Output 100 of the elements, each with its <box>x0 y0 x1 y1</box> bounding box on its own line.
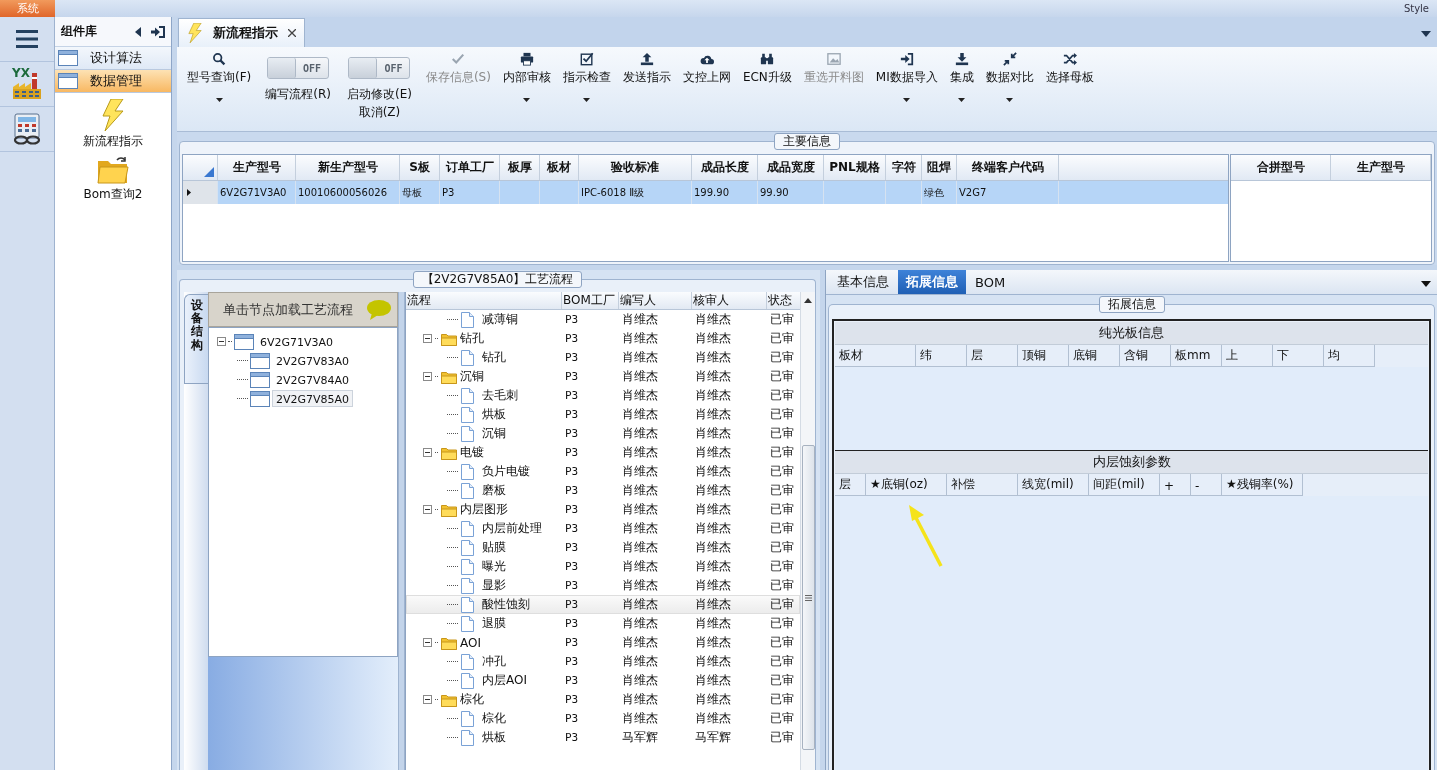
table-cell-text: P3 <box>564 483 580 499</box>
column-header[interactable]: 生产型号 <box>218 155 296 180</box>
tree-row[interactable]: 冲孔 P3 肖维杰 肖维杰 已审 <box>406 652 800 671</box>
toolbar-button[interactable]: 发送指示 <box>616 50 677 128</box>
column-header[interactable]: 验收标准 <box>579 155 692 180</box>
close-icon[interactable] <box>288 29 296 37</box>
tree-node[interactable]: 2V2G7V83A0 <box>272 352 354 369</box>
collapse-toggle[interactable] <box>423 372 432 381</box>
component-group[interactable]: 数据管理 <box>55 70 171 93</box>
tree-row[interactable]: 负片电镀 P3 肖维杰 肖维杰 已审 <box>406 462 800 481</box>
tree-row[interactable]: 烘板 P3 马军辉 马军辉 已审 <box>406 728 800 747</box>
tree-row[interactable]: 减薄铜 P3 肖维杰 肖维杰 已审 <box>406 310 800 329</box>
collapse-toggle[interactable] <box>423 505 432 514</box>
document-icon <box>461 729 474 746</box>
tree-node[interactable]: 6V2G71V3A0 <box>256 333 338 350</box>
scroll-up-icon[interactable] <box>804 298 812 303</box>
column-header[interactable]: 成品长度 <box>692 155 758 180</box>
toolbar-button[interactable]: 型号查询(F) <box>181 50 258 128</box>
side-tab[interactable]: 设备结构 <box>184 294 208 384</box>
column-header[interactable]: 成品宽度 <box>758 155 824 180</box>
column-header[interactable]: BOM工厂 <box>562 292 619 309</box>
factory-app-icon[interactable]: YX <box>12 69 42 99</box>
tree-row[interactable]: 钻孔 P3 肖维杰 肖维杰 已审 <box>406 329 800 348</box>
tree-row[interactable]: 酸性蚀刻 P3 肖维杰 肖维杰 已审 <box>406 595 800 614</box>
tree-node[interactable]: 2V2G7V85A0 <box>272 390 354 407</box>
calculator-icon[interactable] <box>12 113 42 145</box>
toolbar-button[interactable]: 选择母板 <box>1039 50 1100 128</box>
toolbar-button[interactable]: 集成 <box>943 50 980 128</box>
table-row[interactable]: 6V2G71V3A0 10010600056026 母板 P3 IPC-6018 Ⅱ级 199.90 99.90 绿色 V2G7 <box>183 181 1228 204</box>
tree-row[interactable]: 内层前处理 P3 肖维杰 肖维杰 已审 <box>406 519 800 538</box>
column-header[interactable]: PNL规格 <box>824 155 886 180</box>
column-header[interactable]: 合拼型号 <box>1231 155 1331 180</box>
tree-row[interactable]: 磨板 P3 肖维杰 肖维杰 已审 <box>406 481 800 500</box>
toolbar-button[interactable]: 数据对比 <box>979 50 1040 128</box>
toolbar-button[interactable]: 内部审核 <box>496 50 557 128</box>
tree-row[interactable]: 沉铜 P3 肖维杰 肖维杰 已审 <box>406 424 800 443</box>
tree-row[interactable]: 沉铜 P3 肖维杰 肖维杰 已审 <box>406 367 800 386</box>
tab[interactable]: BOM <box>968 270 1013 294</box>
table-cell: 母板 <box>400 181 440 204</box>
dropdown-icon[interactable] <box>1421 31 1431 37</box>
tree-row[interactable]: 棕化 P3 肖维杰 肖维杰 已审 <box>406 690 800 709</box>
tree-row[interactable]: 烘板 P3 肖维杰 肖维杰 已审 <box>406 405 800 424</box>
collapse-toggle[interactable] <box>423 334 432 343</box>
tab[interactable]: 基本信息 <box>830 270 896 294</box>
component-label[interactable]: 新流程指示 <box>83 133 143 150</box>
process-name: 曝光 <box>482 558 506 575</box>
toolbar-button[interactable]: MI数据导入 <box>869 50 944 128</box>
table-cell-text: 肖维杰 <box>621 501 659 518</box>
toggle-switch[interactable]: OFF <box>348 57 411 79</box>
collapse-toggle[interactable] <box>423 448 432 457</box>
column-header[interactable]: 板材 <box>540 155 579 180</box>
tree-row[interactable]: 电镀 P3 肖维杰 肖维杰 已审 <box>406 443 800 462</box>
logo-text: YX <box>12 67 30 79</box>
process-name: 电镀 <box>460 444 484 461</box>
component-label[interactable]: Bom查询2 <box>83 186 143 203</box>
table-cell-text: 肖维杰 <box>621 558 659 575</box>
column-header[interactable]: 编写人 <box>619 292 692 309</box>
column-header[interactable]: 阻焊 <box>922 155 957 180</box>
column-header[interactable]: 流程 <box>406 292 562 309</box>
tree-row[interactable]: 内层图形 P3 肖维杰 肖维杰 已审 <box>406 500 800 519</box>
toolbar-button[interactable]: ECN升级 <box>736 50 798 128</box>
tree-row[interactable]: 显影 P3 肖维杰 肖维杰 已审 <box>406 576 800 595</box>
tab[interactable]: 拓展信息 <box>898 270 966 294</box>
collapse-toggle[interactable] <box>217 337 226 346</box>
column-header[interactable]: S板 <box>400 155 440 180</box>
column-header[interactable]: 核审人 <box>692 292 767 309</box>
dropdown-icon[interactable] <box>1421 281 1431 287</box>
column-header[interactable]: 新生产型号 <box>296 155 400 180</box>
tree-row[interactable]: AOI P3 肖维杰 肖维杰 已审 <box>406 633 800 652</box>
column-header[interactable]: 终端客户代码 <box>957 155 1059 180</box>
tree-row[interactable]: 去毛刺 P3 肖维杰 肖维杰 已审 <box>406 386 800 405</box>
column-header[interactable]: 订单工厂 <box>440 155 500 180</box>
table-cell-text: 肖维杰 <box>694 368 732 385</box>
column-header[interactable]: 生产型号 <box>1331 155 1431 180</box>
table-cell: 6V2G71V3A0 <box>218 181 296 204</box>
tree-row[interactable]: 曝光 P3 肖维杰 肖维杰 已审 <box>406 557 800 576</box>
column-header[interactable]: 板厚 <box>500 155 540 180</box>
tree-node[interactable]: 2V2G7V84A0 <box>272 371 354 388</box>
component-group[interactable]: 设计算法 <box>55 47 171 70</box>
column-header[interactable]: 字符 <box>886 155 922 180</box>
scroll-thumb[interactable] <box>801 445 815 750</box>
collapse-left-icon[interactable] <box>135 26 141 37</box>
upload-icon <box>639 52 654 66</box>
tree-row[interactable]: 贴膜 P3 肖维杰 肖维杰 已审 <box>406 538 800 557</box>
scrollbar[interactable] <box>800 292 815 770</box>
folder-icon[interactable] <box>97 156 129 184</box>
collapse-toggle[interactable] <box>423 695 432 704</box>
toolbar-button[interactable]: 指示检查 <box>556 50 617 128</box>
style-label[interactable]: Style <box>1403 3 1437 14</box>
toggle-switch[interactable]: OFF <box>267 57 330 79</box>
collapse-toggle[interactable] <box>423 638 432 647</box>
document-tab[interactable]: 新流程指示 <box>178 18 305 47</box>
table-cell-text: 肖维杰 <box>621 710 659 727</box>
tree-row[interactable]: 退膜 P3 肖维杰 肖维杰 已审 <box>406 614 800 633</box>
toolbar-button[interactable]: 文控上网 <box>676 50 737 128</box>
tree-row[interactable]: 钻孔 P3 肖维杰 肖维杰 已审 <box>406 348 800 367</box>
tree-row[interactable]: 棕化 P3 肖维杰 肖维杰 已审 <box>406 709 800 728</box>
menu-icon[interactable] <box>16 30 38 48</box>
pin-icon[interactable] <box>151 25 165 38</box>
tree-row[interactable]: 内层AOI P3 肖维杰 肖维杰 已审 <box>406 671 800 690</box>
